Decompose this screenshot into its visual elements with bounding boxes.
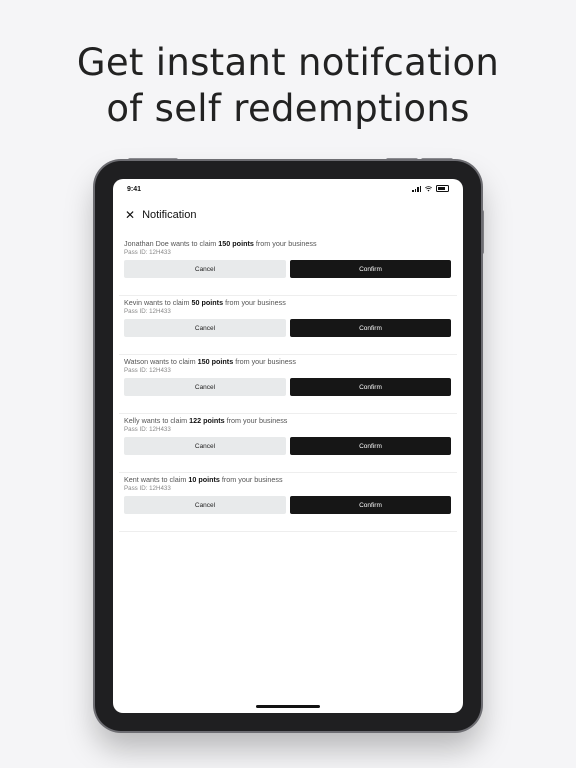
notification-item: Jonathan Doe wants to claim 150 points f… bbox=[119, 237, 457, 296]
notification-list: Jonathan Doe wants to claim 150 points f… bbox=[119, 237, 457, 532]
cancel-button[interactable]: Cancel bbox=[124, 319, 286, 337]
status-time: 9:41 bbox=[127, 186, 142, 193]
confirm-button[interactable]: Confirm bbox=[290, 496, 451, 514]
confirm-button[interactable]: Confirm bbox=[290, 260, 451, 278]
notification-item: Watson wants to claim 150 points from yo… bbox=[119, 355, 457, 414]
cancel-button[interactable]: Cancel bbox=[124, 378, 286, 396]
pass-id: Pass ID: 12H433 bbox=[124, 308, 171, 315]
cancel-button[interactable]: Cancel bbox=[124, 496, 286, 514]
app-screen: 9:41 ✕ Notification Jonathan Doe wants t… bbox=[113, 179, 463, 713]
points-amount: 150 points bbox=[218, 239, 254, 248]
cellular-signal-icon bbox=[412, 185, 421, 192]
confirm-button[interactable]: Confirm bbox=[290, 319, 451, 337]
points-amount: 150 points bbox=[197, 357, 234, 366]
close-icon[interactable]: ✕ bbox=[125, 209, 135, 221]
home-indicator[interactable] bbox=[256, 705, 320, 708]
ipad-frame: 9:41 ✕ Notification Jonathan Doe wants t… bbox=[95, 161, 481, 731]
notification-item: Kelly wants to claim 122 points from you… bbox=[119, 414, 457, 473]
confirm-button[interactable]: Confirm bbox=[290, 437, 451, 455]
notification-message: Jonathan Doe wants to claim 150 points f… bbox=[124, 239, 317, 248]
status-icons bbox=[412, 185, 449, 192]
notification-message: Kent wants to claim 10 points from your … bbox=[124, 475, 283, 484]
notification-item: Kent wants to claim 10 points from your … bbox=[119, 473, 457, 532]
points-amount: 10 points bbox=[188, 475, 220, 484]
headline-line-2: of self redemptions bbox=[106, 87, 470, 130]
wifi-icon bbox=[425, 185, 432, 191]
notification-item: Kevin wants to claim 50 points from your… bbox=[119, 296, 457, 355]
battery-icon bbox=[436, 185, 449, 192]
pass-id: Pass ID: 12H433 bbox=[124, 426, 171, 433]
points-amount: 50 points bbox=[191, 298, 224, 307]
headline-line-1: Get instant notifcation bbox=[76, 41, 500, 84]
cancel-button[interactable]: Cancel bbox=[124, 437, 286, 455]
status-bar: 9:41 bbox=[113, 179, 463, 199]
nav-bar: ✕ Notification bbox=[125, 209, 196, 221]
confirm-button[interactable]: Confirm bbox=[290, 378, 451, 396]
pass-id: Pass ID: 12H433 bbox=[124, 249, 171, 256]
notification-message: Kelly wants to claim 122 points from you… bbox=[124, 416, 288, 425]
notification-message: Kevin wants to claim 50 points from your… bbox=[124, 298, 286, 307]
cancel-button[interactable]: Cancel bbox=[124, 260, 286, 278]
points-amount: 122 points bbox=[189, 416, 225, 425]
pass-id: Pass ID: 12H433 bbox=[124, 367, 171, 374]
page-title: Notification bbox=[142, 209, 197, 221]
marketing-headline: Get instant notifcation of self redempti… bbox=[0, 40, 576, 132]
notification-message: Watson wants to claim 150 points from yo… bbox=[124, 357, 296, 366]
pass-id: Pass ID: 12H433 bbox=[124, 485, 171, 492]
